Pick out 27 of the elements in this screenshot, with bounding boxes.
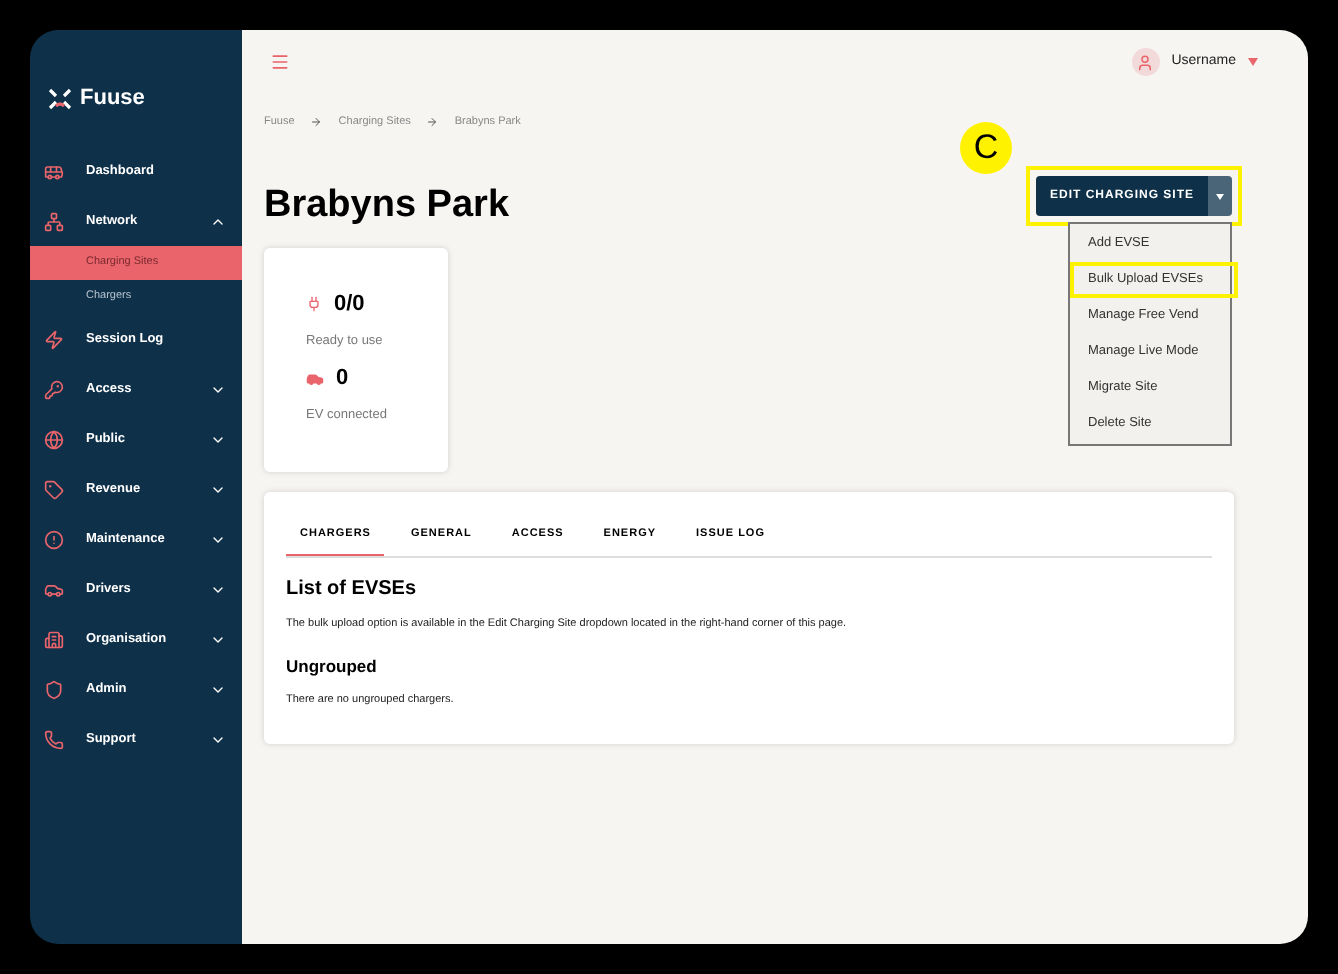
page-title: Brabyns Park [264,182,510,230]
arrow-icon [426,116,439,128]
car-icon [44,579,64,599]
lightning-icon [44,329,64,349]
plug-icon [306,295,322,312]
logo-icon [48,87,72,109]
building-icon [44,629,64,649]
avatar-icon [1131,48,1160,76]
car-icon [306,369,324,387]
key-icon [44,379,64,399]
arrow-icon [310,116,323,128]
caret-icon [1216,193,1224,199]
menu-icon[interactable] [270,52,290,72]
section-heading: List of EVSEs [286,575,419,603]
phone-icon [44,729,64,749]
alert-icon [44,529,64,549]
stat-value: 0/0 [334,289,365,319]
section-heading: Ungrouped [286,653,379,679]
dropdown-toggle-button[interactable] [1208,176,1232,216]
annotation-badge: C [959,122,1012,174]
tag-icon [44,479,64,499]
globe-icon [44,429,64,449]
network-icon [44,211,64,231]
brand-name: Fuuse [80,83,145,114]
shield-icon [44,679,64,699]
caret-icon [1248,58,1258,66]
stat-value: 0 [336,363,349,394]
